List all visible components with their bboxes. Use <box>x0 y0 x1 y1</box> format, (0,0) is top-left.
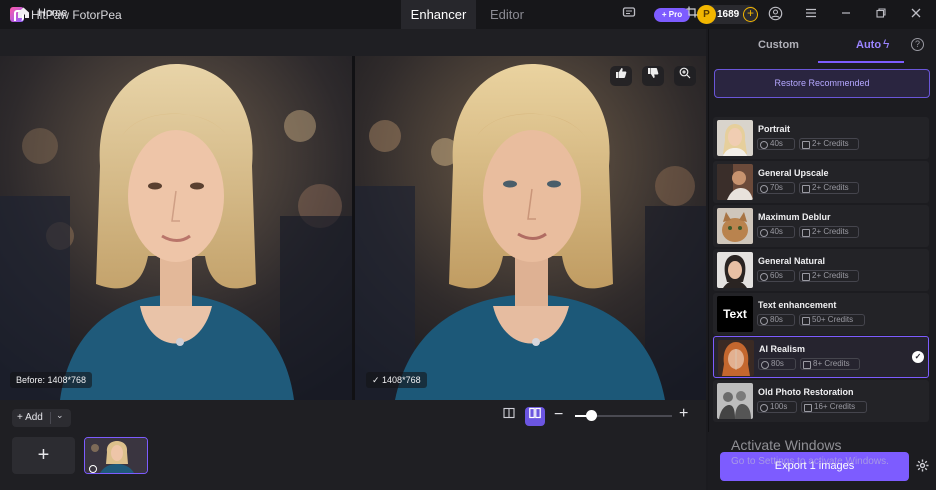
after-preview[interactable] <box>355 56 706 400</box>
credits-chip: 2+ Credits <box>799 182 859 194</box>
time-chip: 40s <box>757 138 795 150</box>
minimize-icon[interactable] <box>838 6 854 22</box>
home-link[interactable]: Home <box>38 7 67 19</box>
credits-chip: 2+ Credits <box>799 138 859 150</box>
natural-thumbnail <box>717 252 753 288</box>
time-chip: 40s <box>757 226 795 238</box>
realism-thumbnail <box>718 340 754 376</box>
credits-chip: 50+ Credits <box>799 314 865 326</box>
menu-icon[interactable] <box>803 6 819 22</box>
model-item-portrait[interactable]: Portrait 40s 2+ Credits <box>713 117 929 159</box>
before-size-label: Before: 1408*768 <box>10 372 93 388</box>
model-item-old-photo-restoration[interactable]: Old Photo Restoration 100s 16+ Credits <box>713 380 929 422</box>
time-chip: 60s <box>757 270 795 282</box>
add-image-tile[interactable]: + <box>12 437 75 474</box>
zoom-in-plus-button[interactable]: + <box>679 405 688 423</box>
text-thumbnail: Text <box>717 296 753 332</box>
tab-custom[interactable]: Custom <box>758 39 799 51</box>
selected-check-icon: ✓ <box>912 351 924 363</box>
model-name: Text enhancement <box>758 300 837 310</box>
zoom-in-button[interactable] <box>674 66 696 86</box>
time-chip: 80s <box>758 358 796 370</box>
zoom-out-button[interactable]: − <box>554 406 563 424</box>
split-view-button[interactable] <box>525 407 545 426</box>
model-item-general-upscale[interactable]: General Upscale 70s 2+ Credits <box>713 161 929 203</box>
tab-auto[interactable]: Auto <box>856 39 881 51</box>
time-chip: 80s <box>757 314 795 326</box>
model-item-general-natural[interactable]: General Natural 60s 2+ Credits <box>713 249 929 291</box>
time-chip: 100s <box>757 401 797 413</box>
tab-editor[interactable]: Editor <box>476 0 538 29</box>
pro-badge[interactable]: + Pro <box>654 8 690 22</box>
single-view-button[interactable] <box>499 407 519 426</box>
credits-chip: 8+ Credits <box>800 358 860 370</box>
restore-recommended-button[interactable]: Restore Recommended <box>714 69 930 98</box>
upscale-thumbnail <box>717 164 753 200</box>
activation-watermark-title: Activate Windows <box>731 437 842 453</box>
time-chip: 70s <box>757 182 795 194</box>
home-icon[interactable] <box>17 6 30 19</box>
text-thumbnail-label: Text <box>723 307 747 321</box>
add-divider <box>50 412 51 424</box>
old-photo-thumbnail <box>717 383 753 419</box>
add-coins-icon[interactable]: + <box>743 7 758 22</box>
credits-chip: 16+ Credits <box>801 401 867 413</box>
model-name: Portrait <box>758 124 791 134</box>
account-icon[interactable] <box>767 6 783 22</box>
model-item-ai-realism[interactable]: AI Realism 80s 8+ Credits ✓ <box>713 336 929 378</box>
dislike-button[interactable] <box>642 66 664 86</box>
active-tab-indicator <box>818 61 904 63</box>
add-button-label: + Add <box>17 412 43 423</box>
model-name: Old Photo Restoration <box>758 387 854 397</box>
deblur-thumbnail <box>717 208 753 244</box>
chevron-down-icon[interactable]: ⌄ <box>56 410 64 421</box>
activation-watermark-subtitle: Go to Settings to activate Windows. <box>731 456 889 467</box>
before-preview[interactable] <box>0 56 352 400</box>
help-icon[interactable]: ? <box>911 38 924 51</box>
tab-enhancer[interactable]: Enhancer <box>401 0 476 29</box>
app-window: HitPaw FotorPea Enhancer Editor + Pro P … <box>0 0 936 490</box>
close-icon[interactable] <box>908 6 924 22</box>
model-name: General Natural <box>758 256 826 266</box>
like-button[interactable] <box>610 66 632 86</box>
model-name: AI Realism <box>759 344 806 354</box>
chat-icon[interactable] <box>621 6 637 22</box>
zoom-slider-handle[interactable] <box>586 410 597 421</box>
model-item-maximum-deblur[interactable]: Maximum Deblur 40s 2+ Credits <box>713 205 929 247</box>
model-name: Maximum Deblur <box>758 212 831 222</box>
restore-window-icon[interactable] <box>873 6 889 22</box>
model-name: General Upscale <box>758 168 829 178</box>
portrait-thumbnail <box>717 120 753 156</box>
credits-chip: 2+ Credits <box>799 270 859 282</box>
image-thumbnail[interactable] <box>84 437 148 474</box>
coin-icon: P <box>697 5 716 24</box>
lightning-icon: ϟ <box>883 37 890 51</box>
credits-chip: 2+ Credits <box>799 226 859 238</box>
model-item-text-enhancement[interactable]: Text Text enhancement 80s 50+ Credits <box>713 293 929 335</box>
gear-icon[interactable] <box>916 459 929 475</box>
navigation-bar <box>0 29 706 56</box>
crop-icon[interactable] <box>686 6 698 18</box>
coin-count: 1689 <box>717 9 740 20</box>
after-size-label: ✓ 1408*768 <box>366 372 427 388</box>
